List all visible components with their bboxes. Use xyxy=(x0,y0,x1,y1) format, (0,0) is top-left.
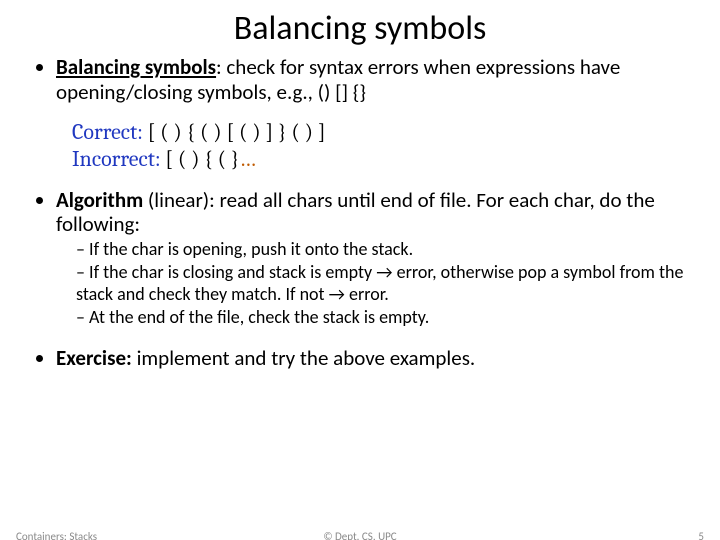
bullet-bold: Exercise: xyxy=(56,345,132,371)
slide: Balancing symbols Balancing symbols: che… xyxy=(0,0,720,540)
example-box: Correct: [ ( ) { ( ) [ ( ) ] } ( ) ] Inc… xyxy=(72,119,686,174)
bullet-bold: Algorithm xyxy=(56,187,143,213)
sub-text: At the end of the file, check the stack … xyxy=(89,306,429,328)
footer-page-number: 5 xyxy=(698,530,704,540)
example-incorrect: Incorrect: [ ( ) { ( }… xyxy=(72,146,686,174)
slide-title: Balancing symbols xyxy=(0,0,720,49)
sub-text: If the char is closing and stack is empt… xyxy=(89,261,376,283)
example-tail: … xyxy=(239,146,256,172)
example-label: Correct: xyxy=(72,119,148,145)
arrow-icon: → xyxy=(329,283,345,305)
bullet-exercise: Exercise: implement and try the above ex… xyxy=(56,346,686,371)
footer-center: © Dept. CS, UPC xyxy=(0,530,720,540)
arrow-icon: → xyxy=(376,261,392,283)
example-label: Incorrect: xyxy=(72,146,165,172)
sub-text: error. xyxy=(345,283,389,305)
bullet-list: Balancing symbols: check for syntax erro… xyxy=(34,55,686,105)
sub-text: If the char is opening, push it onto the… xyxy=(89,238,413,260)
sub-item-closing: If the char is closing and stack is empt… xyxy=(76,262,686,304)
sub-item-opening: If the char is opening, push it onto the… xyxy=(76,239,686,260)
bullet-balancing-symbols: Balancing symbols: check for syntax erro… xyxy=(56,55,686,105)
bullet-bold: Balancing symbols xyxy=(56,54,216,80)
example-correct: Correct: [ ( ) { ( ) [ ( ) ] } ( ) ] xyxy=(72,119,686,147)
sub-list: If the char is opening, push it onto the… xyxy=(56,239,686,328)
bullet-text: implement and try the above examples. xyxy=(132,345,475,371)
example-seq: [ ( ) { ( ) [ ( ) ] } ( ) ] xyxy=(148,119,326,145)
bullet-algorithm: Algorithm (linear): read all chars until… xyxy=(56,188,686,328)
slide-body: Balancing symbols: check for syntax erro… xyxy=(0,49,720,371)
bullet-text: (linear): read all chars until end of fi… xyxy=(56,187,655,238)
example-seq: [ ( ) { ( } xyxy=(165,146,239,172)
sub-item-end: At the end of the file, check the stack … xyxy=(76,307,686,328)
bullet-list-2: Algorithm (linear): read all chars until… xyxy=(34,188,686,371)
